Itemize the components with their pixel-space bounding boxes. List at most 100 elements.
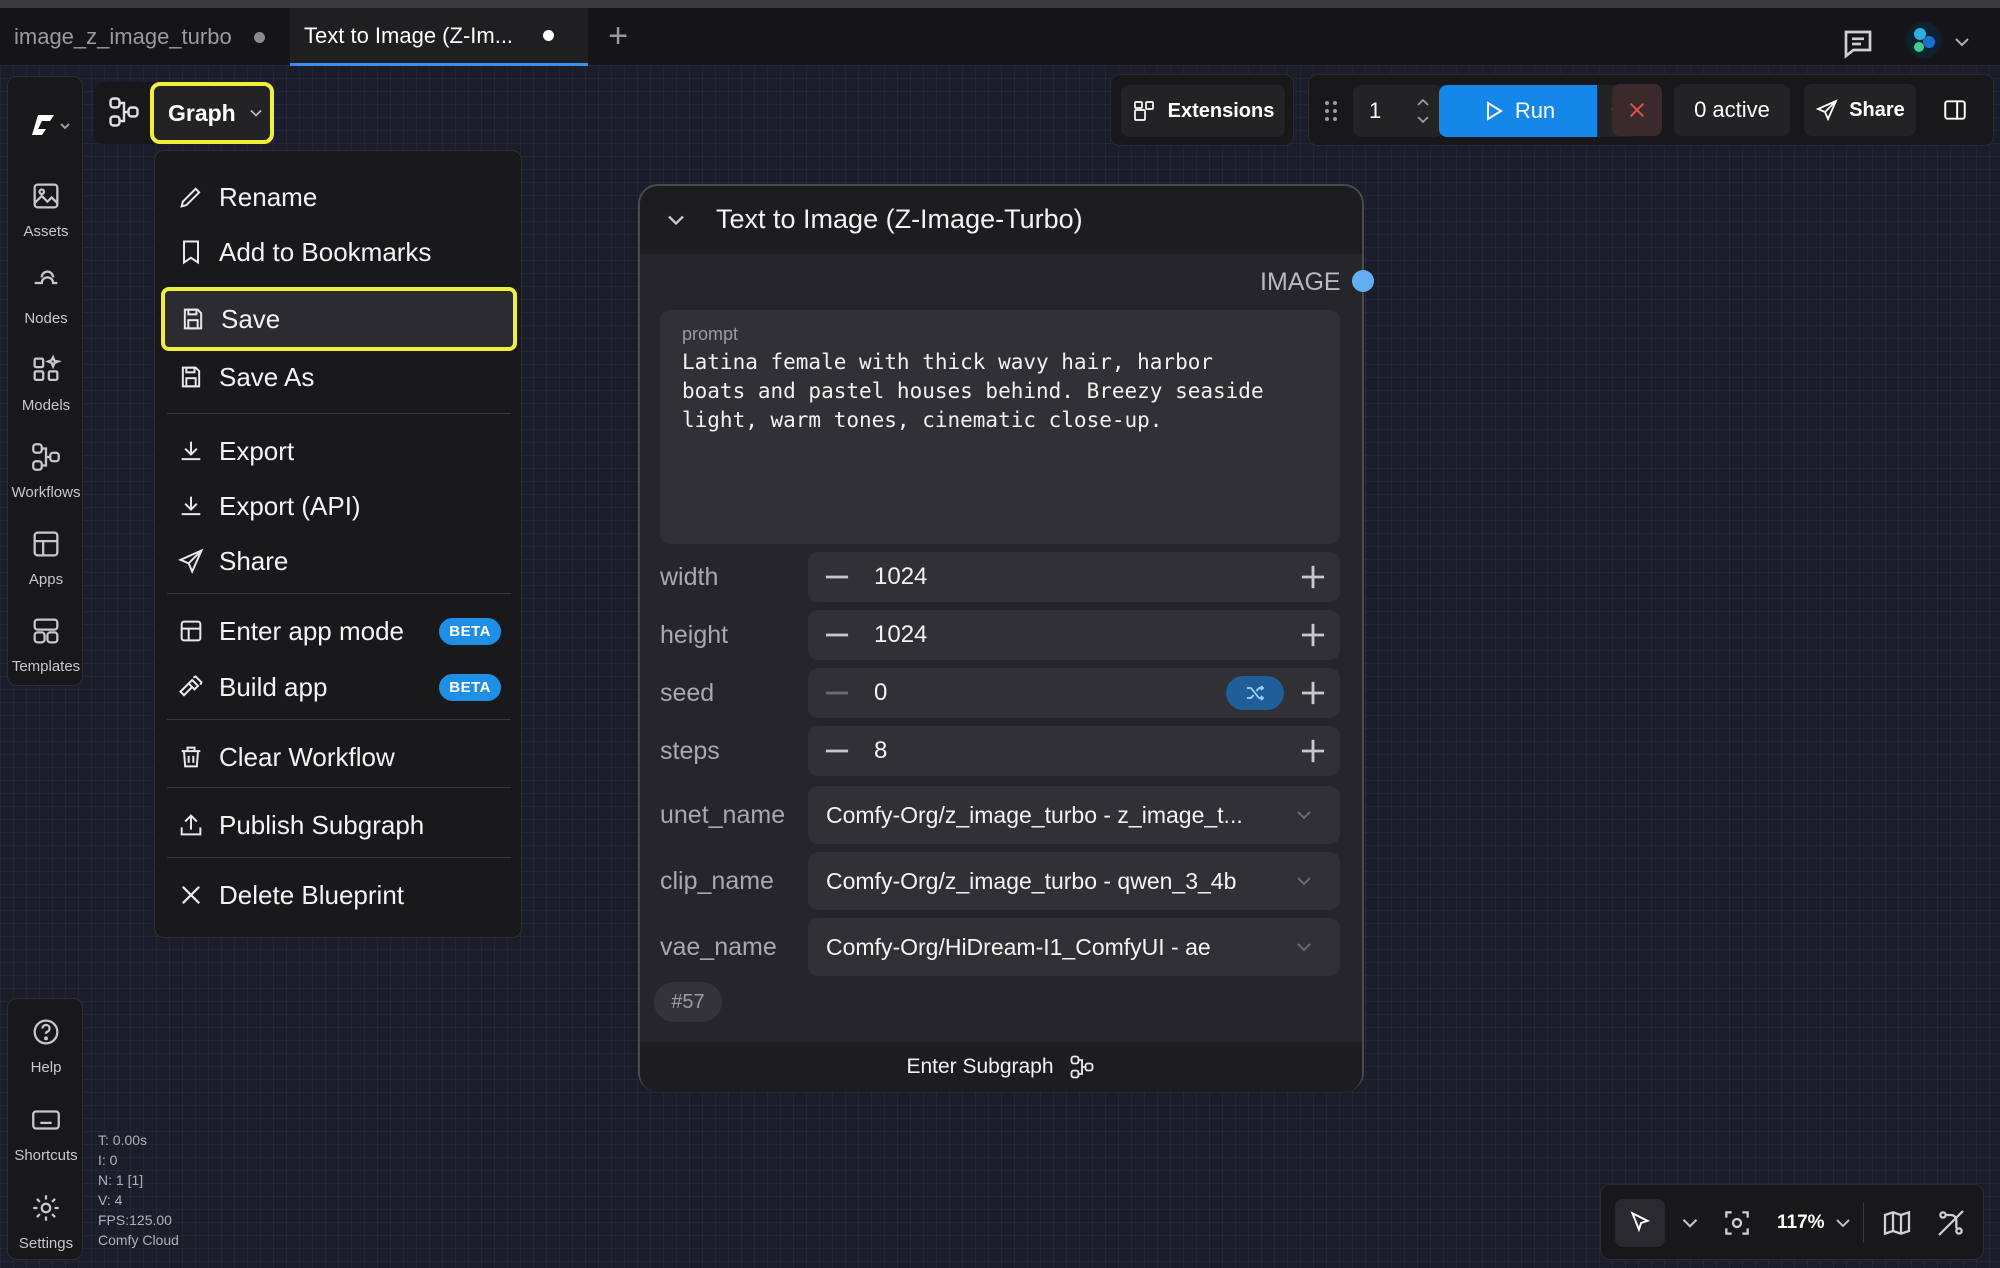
widget-seed: seed 0 (660, 668, 1340, 718)
plus-icon[interactable] (1294, 732, 1332, 770)
prompt-textarea[interactable]: prompt Latina female with thick wavy hai… (660, 310, 1340, 544)
select-tool-button[interactable] (1615, 1199, 1665, 1247)
cancel-run-button[interactable] (1612, 84, 1662, 136)
image-icon (33, 183, 59, 209)
randomize-seed-button[interactable] (1226, 676, 1284, 710)
run-button[interactable]: Run (1439, 85, 1597, 137)
sidebar-item-nodes[interactable]: Nodes (8, 260, 84, 344)
menu-item-clear-workflow[interactable]: Clear Workflow (177, 731, 501, 783)
menu-item-export[interactable]: Export (177, 425, 501, 477)
menu-item-share[interactable]: Share (177, 535, 501, 587)
minimap-icon[interactable] (1881, 1207, 1913, 1239)
seed-value[interactable]: 0 (874, 668, 887, 718)
prompt-text[interactable]: Latina female with thick wavy hair, harb… (682, 348, 1322, 435)
menu-item-rename[interactable]: Rename (177, 171, 501, 223)
menu-item-enter-app-mode[interactable]: Enter app mode BETA (177, 605, 501, 657)
sidebar-item-apps[interactable]: Apps (8, 521, 84, 605)
run-label: Run (1514, 98, 1556, 123)
minus-icon[interactable] (818, 616, 856, 654)
node-icon (34, 270, 58, 285)
plus-icon[interactable] (1294, 616, 1332, 654)
gear-icon (33, 1195, 59, 1221)
graph-dropdown-menu: Rename Add to Bookmarks Save Save As Exp… (154, 150, 522, 938)
vae-name-select[interactable]: Comfy-Org/HiDream-I1_ComfyUI - ae (808, 918, 1340, 976)
minus-icon[interactable] (818, 558, 856, 596)
menu-item-save[interactable]: Save (161, 287, 517, 351)
tab-text-to-image[interactable]: Text to Image (Z-Im... (290, 8, 588, 66)
fit-view-icon[interactable] (1721, 1207, 1753, 1239)
sidebar-item-models[interactable]: Models (8, 347, 84, 431)
height-stepper[interactable]: 1024 (808, 610, 1340, 660)
menu-item-save-as[interactable]: Save As (177, 351, 501, 403)
node-header[interactable]: Text to Image (Z-Image-Turbo) (640, 186, 1362, 254)
plus-icon[interactable] (1294, 674, 1332, 712)
subgraph-icon[interactable] (106, 94, 142, 130)
share-button[interactable]: Share (1804, 84, 1916, 136)
menu-item-delete-blueprint[interactable]: Delete Blueprint (177, 869, 501, 921)
width-value[interactable]: 1024 (874, 552, 927, 602)
hide-links-icon[interactable] (1935, 1207, 1967, 1239)
clip-name-value: Comfy-Org/z_image_turbo - qwen_3_4b (826, 868, 1237, 894)
minus-icon[interactable] (818, 732, 856, 770)
unet-name-value: Comfy-Org/z_image_turbo - z_image_t... (826, 802, 1243, 828)
menu-divider (167, 787, 511, 788)
clip-name-select[interactable]: Comfy-Org/z_image_turbo - qwen_3_4b (808, 852, 1340, 910)
active-jobs-button[interactable]: 0 active (1674, 84, 1790, 136)
widget-label: unet_name (660, 801, 786, 829)
chat-icon[interactable] (1840, 26, 1876, 62)
menu-divider (167, 593, 511, 594)
tab-image-z-image-turbo[interactable]: image_z_image_turbo (14, 8, 265, 66)
width-stepper[interactable]: 1024 (808, 552, 1340, 602)
sidebar-item-assets[interactable]: Assets (8, 173, 84, 257)
enter-subgraph-button[interactable]: Enter Subgraph (640, 1042, 1362, 1092)
widget-label: vae_name (660, 933, 777, 961)
enter-subgraph-label: Enter Subgraph (906, 1055, 1054, 1078)
comfy-logo-icon[interactable] (28, 105, 74, 145)
steps-stepper[interactable]: 8 (808, 726, 1340, 776)
sidebar-item-templates[interactable]: Templates (8, 608, 84, 692)
apps-icon (33, 531, 59, 557)
save-icon (181, 366, 201, 388)
tab-label: image_z_image_turbo (14, 24, 232, 49)
download-icon (181, 496, 201, 516)
zoom-level[interactable]: 117% (1777, 1185, 1825, 1261)
chevron-down-icon[interactable] (1950, 30, 1974, 54)
drag-handle-icon[interactable] (1321, 97, 1341, 125)
toggle-panel-button[interactable] (1930, 84, 1980, 136)
text-to-image-node[interactable]: Text to Image (Z-Image-Turbo) IMAGE prom… (638, 184, 1374, 1092)
output-slot[interactable] (1352, 270, 1374, 292)
menu-item-label: Build app (219, 671, 328, 702)
menu-item-build-app[interactable]: Build app BETA (177, 661, 501, 713)
download-icon (181, 441, 201, 461)
menu-item-add-to-bookmarks[interactable]: Add to Bookmarks (177, 226, 501, 278)
new-tab-button[interactable]: + (600, 18, 636, 54)
chevron-down-icon[interactable] (1677, 1207, 1703, 1239)
sidebar-item-shortcuts[interactable]: Shortcuts (8, 1097, 84, 1181)
menu-item-publish-subgraph[interactable]: Publish Subgraph (177, 799, 501, 851)
menu-item-export-api[interactable]: Export (API) (177, 480, 501, 532)
collapse-chevron-icon[interactable] (662, 206, 690, 234)
sidebar-item-workflows[interactable]: Workflows (8, 434, 84, 518)
chevron-down-icon[interactable] (1831, 1207, 1855, 1239)
steps-value[interactable]: 8 (874, 726, 887, 776)
extensions-button[interactable]: Extensions (1121, 85, 1285, 137)
queue-count-stepper[interactable]: 1 (1353, 85, 1443, 137)
minus-icon[interactable] (818, 674, 856, 712)
seed-stepper[interactable]: 0 (808, 668, 1340, 718)
sidebar-item-settings[interactable]: Settings (8, 1185, 84, 1268)
node-id-badge: #57 (654, 982, 722, 1022)
stat-v: V: 4 (98, 1192, 123, 1208)
unet-name-select[interactable]: Comfy-Org/z_image_turbo - z_image_t... (808, 786, 1340, 844)
avatar[interactable] (1906, 22, 1942, 58)
stat-env: Comfy Cloud (98, 1232, 179, 1248)
comfy-avatar-icon (1914, 28, 1935, 52)
plus-icon[interactable] (1294, 558, 1332, 596)
stepper-arrows-icon[interactable] (1413, 93, 1433, 129)
sidebar-item-help[interactable]: Help (8, 1009, 84, 1093)
layout-icon (180, 620, 202, 642)
menu-item-label: Rename (219, 181, 318, 212)
height-value[interactable]: 1024 (874, 610, 927, 660)
templates-icon (33, 618, 59, 644)
keyboard-icon (32, 1110, 60, 1130)
graph-menu-button[interactable]: Graph (150, 82, 274, 144)
